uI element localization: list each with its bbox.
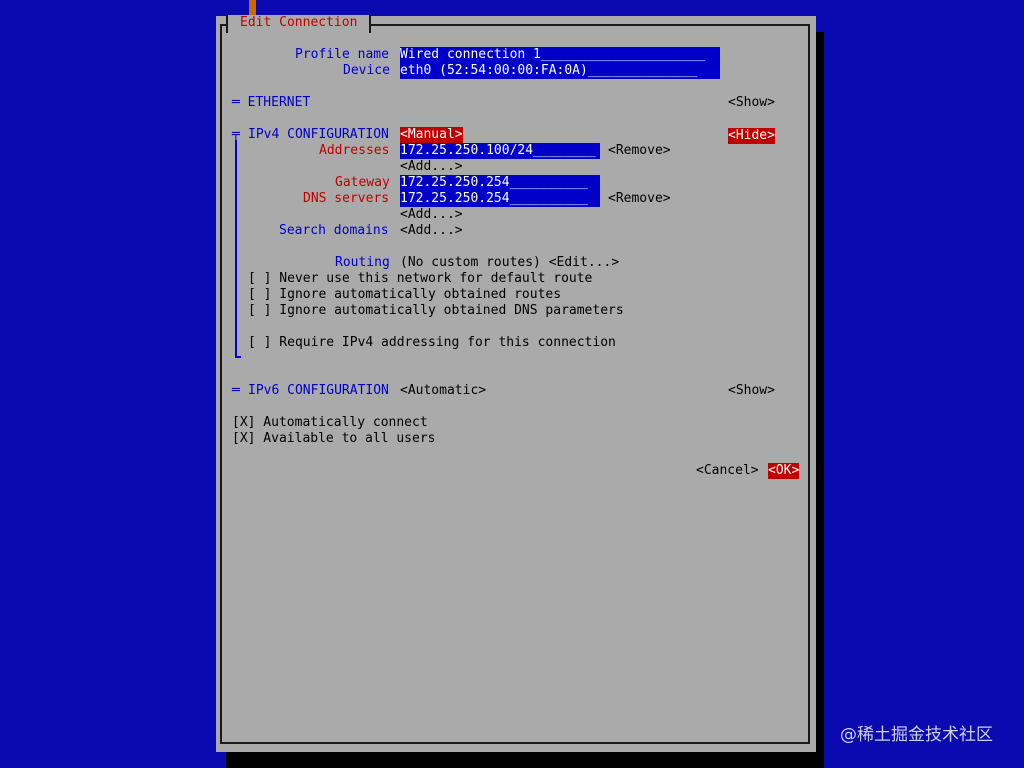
dns-add-button[interactable]: <Add...> [400,207,463,223]
ipv4-hide-button[interactable]: <Hide> [728,128,775,144]
device-label: Device [343,63,390,78]
search-domains-label: Search domains [279,223,389,238]
background-window-edge [249,0,256,16]
dialog-title: Edit Connection [226,15,372,33]
require-ipv4-checkbox[interactable]: [ ] Require IPv4 addressing for this con… [248,335,616,351]
all-users-checkbox[interactable]: [X] Available to all users [232,431,436,447]
routing-edit-button[interactable]: (No custom routes) <Edit...> [400,255,619,271]
ignore-dns-checkbox[interactable]: [ ] Ignore automatically obtained DNS pa… [248,303,624,319]
device-field[interactable]: eth0 (52:54:00:00:FA:0A)______________ [400,63,720,79]
address-remove-button[interactable]: <Remove> [608,143,671,159]
ipv4-mode-select[interactable]: <Manual> [400,127,463,143]
ipv4-bracket-line [235,140,237,357]
dns-remove-button[interactable]: <Remove> [608,191,671,207]
watermark: @稀土掘金技术社区 [840,725,993,745]
address-add-button[interactable]: <Add...> [400,159,463,175]
dns-server-field[interactable]: 172.25.250.254__________ [400,191,600,207]
ipv6-section-header: IPv6 CONFIGURATION [248,383,389,398]
profile-name-field[interactable]: Wired connection 1_____________________ [400,47,720,63]
ipv4-bracket-end [235,356,241,358]
dns-servers-label: DNS servers [303,191,390,206]
routing-label: Routing [335,255,390,270]
ok-button[interactable]: <OK> [768,463,800,479]
address-field[interactable]: 172.25.250.100/24________ [400,143,600,159]
ipv6-show-button[interactable]: <Show> [728,383,775,399]
search-domains-add-button[interactable]: <Add...> [400,223,463,239]
ethernet-show-button[interactable]: <Show> [728,95,775,111]
ipv6-mode-select[interactable]: <Automatic> [400,383,486,399]
ipv6-section-marker: ═ [232,383,240,398]
profile-name-label: Profile name [295,47,389,62]
ipv4-section-header: IPv4 CONFIGURATION [248,127,389,142]
gateway-field[interactable]: 172.25.250.254__________ [400,175,600,191]
cancel-button[interactable]: <Cancel> [696,463,759,479]
addresses-label: Addresses [319,143,390,158]
ignore-routes-checkbox[interactable]: [ ] Ignore automatically obtained routes [248,287,561,303]
gateway-label: Gateway [335,175,390,190]
never-default-route-checkbox[interactable]: [ ] Never use this network for default r… [248,271,592,287]
ethernet-section-header[interactable]: ═ ETHERNET [232,95,310,111]
auto-connect-checkbox[interactable]: [X] Automatically connect [232,415,428,431]
